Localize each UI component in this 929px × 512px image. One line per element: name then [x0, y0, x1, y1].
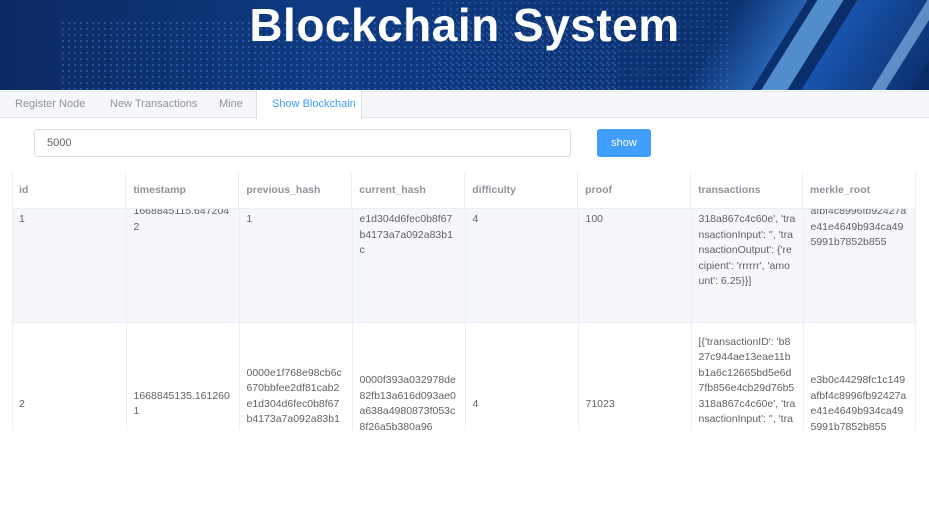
column-header-merkle-root[interactable]: merkle_root [802, 173, 915, 209]
cell-proof: 71023 [578, 322, 692, 430]
cell-previous-hash: 0000e1f768e98cb6c670bbfee2df81cab2e1d304… [239, 322, 353, 430]
tab-mine[interactable]: Mine [204, 91, 258, 119]
cell-timestamp: 1668845135.1612601 [126, 322, 240, 430]
block-count-input[interactable] [34, 129, 571, 157]
cell-transactions: [{'transactionID': 'b827c944ae13eae11bb1… [691, 322, 804, 430]
table-header: id timestamp previous_hash current_hash … [13, 173, 915, 209]
tab-show-blockchain[interactable]: Show Blockchain [256, 91, 362, 119]
table-row[interactable]: 2 1668845135.1612601 0000e1f768e98cb6c67… [13, 322, 915, 430]
column-header-difficulty[interactable]: difficulty [464, 173, 579, 209]
header-banner: Blockchain System [0, 0, 929, 90]
column-header-id[interactable]: id [13, 173, 127, 209]
blockchain-table[interactable]: id timestamp previous_hash current_hash … [12, 173, 916, 430]
tab-register-node[interactable]: Register Node [0, 91, 100, 119]
cell-id: 2 [13, 322, 127, 430]
column-header-timestamp[interactable]: timestamp [125, 173, 240, 209]
tab-bar: Register Node New Transactions Mine Show… [0, 91, 929, 119]
page-title: Blockchain System [249, 0, 680, 51]
cell-merkle-root: e3b0c44298fc1c149afbf4c8996fb92427ae41e4… [803, 322, 915, 430]
cell-current-hash: 0000f393a032978de82fb13a616d093ae0a638a4… [352, 322, 466, 430]
cell-difficulty: 4 [465, 322, 579, 430]
column-header-previous-hash[interactable]: previous_hash [238, 173, 353, 209]
show-button[interactable]: show [597, 129, 651, 157]
column-header-proof[interactable]: proof [577, 173, 692, 209]
column-header-current-hash[interactable]: current_hash [351, 173, 466, 209]
tab-new-transactions[interactable]: New Transactions [95, 91, 212, 119]
column-header-transactions[interactable]: transactions [690, 173, 804, 209]
